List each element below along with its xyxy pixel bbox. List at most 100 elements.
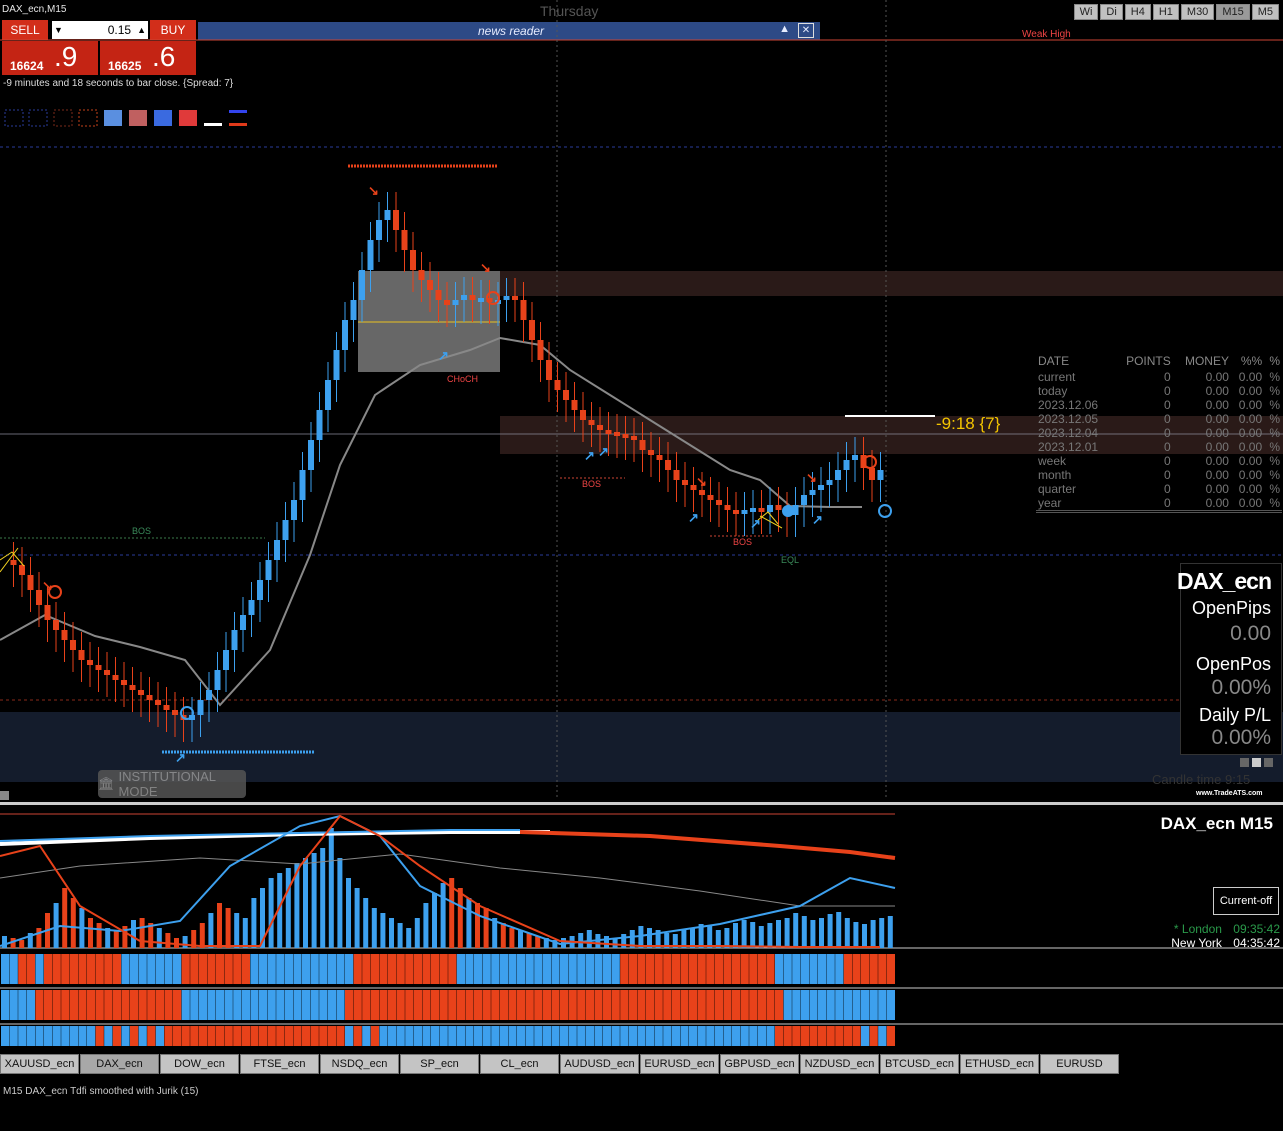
stats-cell: % bbox=[1269, 370, 1280, 384]
stats-cell: current bbox=[1038, 370, 1076, 384]
stats-cell: 0.00 bbox=[1238, 468, 1263, 482]
table-row: 2023.12.01 0 0.00 0.00% bbox=[1036, 440, 1282, 454]
trend-cell bbox=[276, 990, 285, 1020]
histogram-bar bbox=[36, 928, 42, 948]
trend-cell bbox=[284, 954, 293, 984]
trend-cell bbox=[44, 954, 53, 984]
symbol-tab-btcusd-ecn[interactable]: BTCUSD_ecn bbox=[880, 1054, 959, 1074]
trend-cell bbox=[525, 1026, 534, 1046]
trend-cell bbox=[112, 990, 121, 1020]
trend-cell bbox=[646, 990, 655, 1020]
trend-cell bbox=[405, 1026, 414, 1046]
trend-cell bbox=[766, 990, 775, 1020]
trend-cell bbox=[319, 990, 328, 1020]
panel-settings-icon[interactable] bbox=[1264, 758, 1273, 767]
symbol-tab-eurusd-ecn[interactable]: EURUSD_ecn bbox=[640, 1054, 719, 1074]
symbol-tab-sp-ecn[interactable]: SP_ecn bbox=[400, 1054, 479, 1074]
trend-cell bbox=[809, 1026, 818, 1046]
trend-cell bbox=[293, 990, 302, 1020]
stats-cell: 0.00 bbox=[1205, 468, 1229, 482]
institutional-mode-button[interactable]: 🏛 INSTITUTIONAL MODE bbox=[98, 769, 246, 799]
histogram-bar bbox=[586, 930, 592, 948]
trend-cell bbox=[800, 954, 809, 984]
trend-cell bbox=[345, 990, 354, 1020]
stats-cell: 0.00 bbox=[1238, 370, 1263, 384]
panel-maximize-icon[interactable] bbox=[1252, 758, 1261, 767]
candle bbox=[163, 705, 170, 710]
symbol-tab-cl-ecn[interactable]: CL_ecn bbox=[480, 1054, 559, 1074]
trend-cell bbox=[439, 954, 448, 984]
symbol-tab-nzdusd-ecn[interactable]: NZDUSD_ecn bbox=[800, 1054, 879, 1074]
candle bbox=[571, 400, 578, 410]
histogram-bar bbox=[225, 908, 231, 948]
stats-cell: 0 bbox=[1164, 468, 1171, 482]
stats-cell: 0 bbox=[1164, 454, 1171, 468]
histogram-bar bbox=[604, 936, 609, 948]
symbol-tab-ethusd-ecn[interactable]: ETHUSD_ecn bbox=[960, 1054, 1039, 1074]
symbol-tab-audusd-ecn[interactable]: AUDUSD_ecn bbox=[560, 1054, 639, 1074]
histogram-bar bbox=[2, 936, 7, 948]
candle bbox=[469, 295, 476, 300]
histogram-bar bbox=[251, 898, 257, 948]
trend-cell bbox=[646, 1026, 655, 1046]
trend-cell bbox=[190, 990, 199, 1020]
trend-cell bbox=[749, 1026, 758, 1046]
histogram-bar bbox=[165, 933, 171, 948]
trend-cell bbox=[69, 1026, 78, 1046]
trend-cell bbox=[52, 1026, 61, 1046]
stats-cell: 0.00 bbox=[1205, 496, 1229, 510]
trend-cell bbox=[250, 990, 259, 1020]
stats-cell: 0.00 bbox=[1205, 370, 1229, 384]
trend-cell bbox=[216, 990, 225, 1020]
panel-minimize-icon[interactable] bbox=[1240, 758, 1249, 767]
histogram-bar bbox=[53, 903, 59, 948]
symbol-tab-gbpusd-ecn[interactable]: GBPUSD_ecn bbox=[720, 1054, 799, 1074]
subwindow-divider[interactable] bbox=[0, 802, 1283, 805]
trend-cell bbox=[843, 990, 852, 1020]
trend-cell bbox=[861, 1026, 870, 1046]
trend-cell bbox=[577, 1026, 586, 1046]
open-pips-label: OpenPips bbox=[1191, 598, 1271, 618]
trend-cell bbox=[723, 1026, 732, 1046]
trend-cell bbox=[155, 954, 164, 984]
trend-cell bbox=[706, 990, 715, 1020]
trend-cell bbox=[448, 954, 457, 984]
trend-cell bbox=[370, 1026, 379, 1046]
current-off-button[interactable]: Current-off bbox=[1213, 887, 1279, 915]
stats-cell: 2023.12.06 bbox=[1038, 398, 1099, 412]
trend-cell bbox=[216, 954, 225, 984]
candle bbox=[665, 460, 671, 470]
symbol-tab-nsdq-ecn[interactable]: NSDQ_ecn bbox=[320, 1054, 399, 1074]
candle bbox=[112, 675, 119, 680]
trend-cell bbox=[534, 954, 543, 984]
oscillator-panel[interactable] bbox=[0, 806, 1283, 1051]
session-clock: * London 09:35:42 New York 04:35:42 bbox=[1171, 922, 1280, 950]
candle bbox=[605, 430, 612, 434]
stats-cell: % bbox=[1269, 468, 1280, 482]
trend-cell bbox=[95, 954, 104, 984]
histogram-bar bbox=[414, 918, 420, 948]
trend-cell bbox=[336, 990, 345, 1020]
histogram-bar bbox=[337, 858, 343, 948]
trend-cell bbox=[474, 954, 483, 984]
trend-cell bbox=[61, 990, 70, 1020]
trend-cell bbox=[671, 1026, 680, 1046]
trend-cell bbox=[714, 954, 723, 984]
trend-cell bbox=[663, 954, 672, 984]
symbol-tab-ftse-ecn[interactable]: FTSE_ecn bbox=[240, 1054, 319, 1074]
symbol-tab-dow-ecn[interactable]: DOW_ecn bbox=[160, 1054, 239, 1074]
open-pos-label: OpenPos bbox=[1195, 654, 1271, 674]
histogram-bar bbox=[827, 914, 833, 948]
candle bbox=[767, 505, 773, 512]
symbol-tab-dax-ecn[interactable]: DAX_ecn bbox=[80, 1054, 159, 1074]
trend-cell bbox=[9, 1026, 18, 1046]
trend-cell bbox=[216, 1026, 225, 1046]
histogram-bar bbox=[819, 918, 824, 948]
candle bbox=[129, 685, 136, 690]
candle bbox=[418, 270, 425, 280]
daily-pl-label: Daily P/L bbox=[1198, 705, 1271, 725]
symbol-tab-xauusd-ecn[interactable]: XAUUSD_ecn bbox=[0, 1054, 79, 1074]
symbol-tab-eurusd[interactable]: EURUSD bbox=[1040, 1054, 1119, 1074]
trend-cell bbox=[370, 954, 379, 984]
trend-cell bbox=[809, 990, 818, 1020]
